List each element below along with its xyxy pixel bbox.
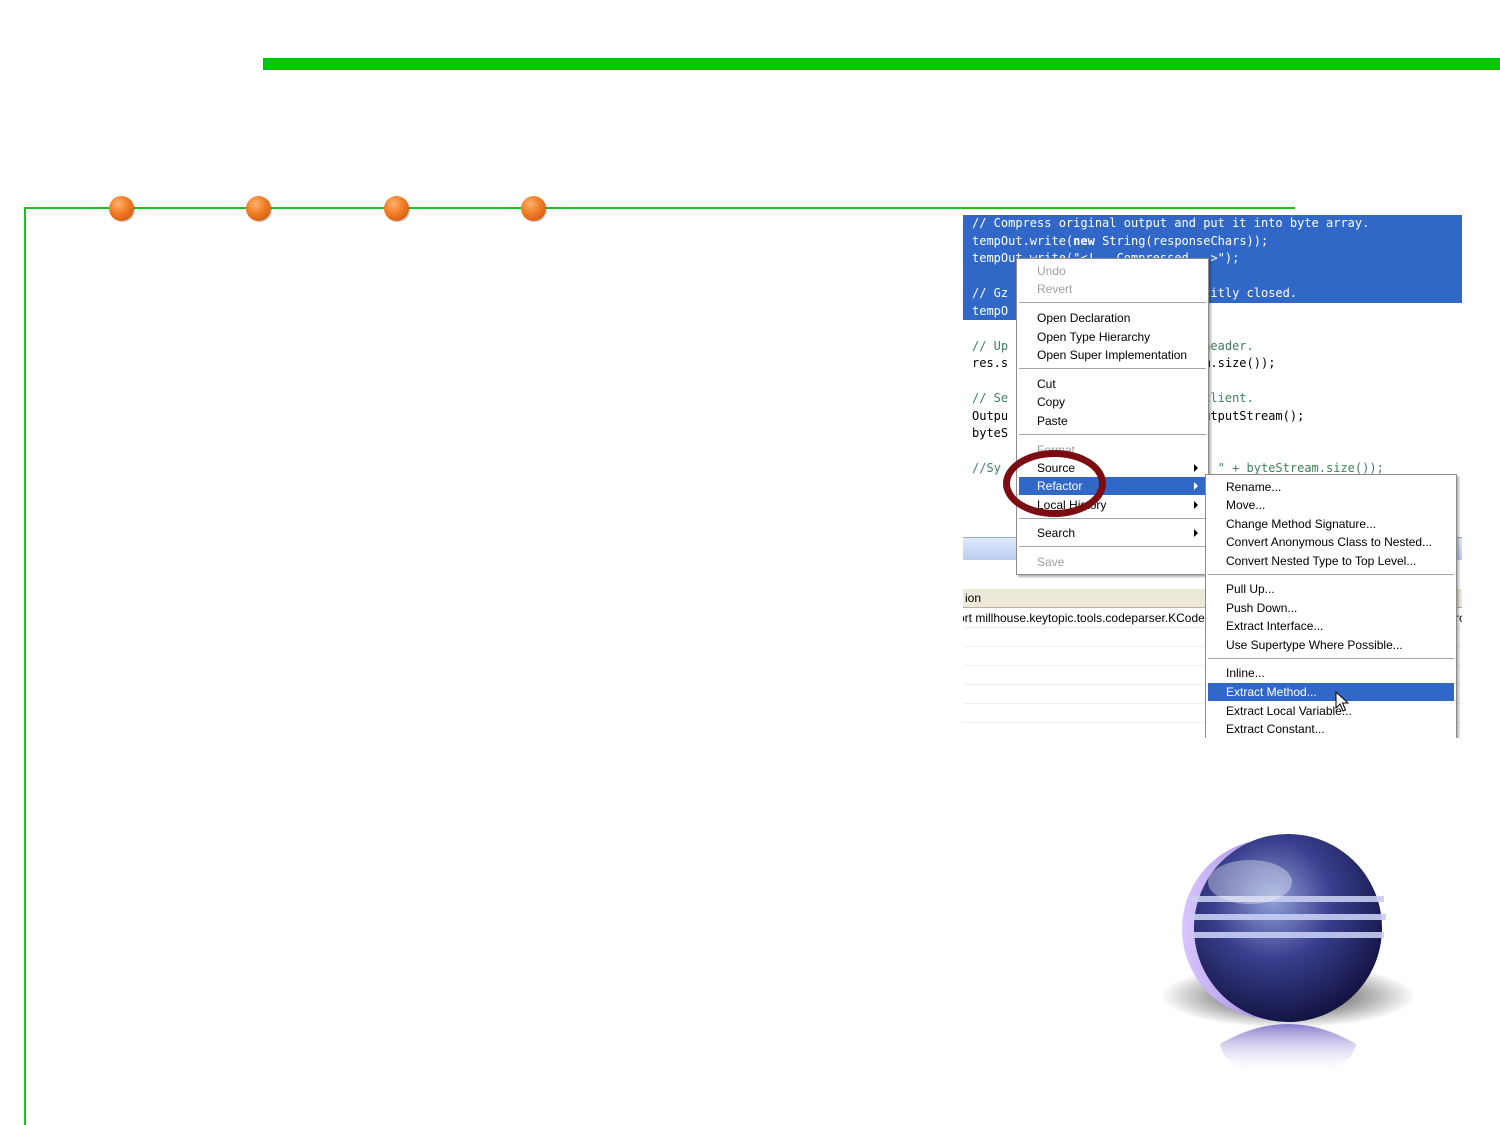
menu-item-extract-local-variable[interactable]: Extract Local Variable... [1208, 702, 1454, 720]
menu-item-revert[interactable]: Revert [1019, 280, 1206, 298]
menu-item-undo[interactable]: Undo [1019, 262, 1206, 280]
mouse-cursor-icon [1335, 691, 1349, 712]
menu-item-convert-nested-type[interactable]: Convert Nested Type to Top Level... [1208, 552, 1454, 570]
menu-item-label: Search [1037, 526, 1076, 540]
code-line: // Compress original output and put it i… [963, 215, 1462, 233]
code-line: tempOut.write(new String(responseChars))… [963, 232, 1462, 250]
submenu-arrow-icon [1194, 529, 1198, 537]
menu-separator [1019, 368, 1206, 370]
menu-item-open-type-hierarchy[interactable]: Open Type Hierarchy [1019, 328, 1206, 346]
menu-item-paste[interactable]: Paste [1019, 412, 1206, 430]
refactor-submenu: Rename... Move... Change Method Signatur… [1205, 474, 1457, 738]
menu-separator [1208, 658, 1454, 660]
code-line: tempO [963, 302, 1018, 320]
menu-item-extract-constant[interactable]: Extract Constant... [1208, 720, 1454, 738]
menu-item-use-supertype[interactable]: Use Supertype Where Possible... [1208, 636, 1454, 654]
menu-item-extract-interface[interactable]: Extract Interface... [1208, 617, 1454, 635]
left-guide-line [24, 207, 26, 1125]
menu-item-move[interactable]: Move... [1208, 496, 1454, 514]
menu-item-rename[interactable]: Rename... [1208, 478, 1454, 496]
timeline-dot-1 [109, 196, 134, 221]
submenu-arrow-icon [1194, 501, 1198, 509]
menu-item-pull-up[interactable]: Pull Up... [1208, 580, 1454, 598]
menu-separator [1019, 518, 1206, 520]
menu-item-open-declaration[interactable]: Open Declaration [1019, 309, 1206, 327]
menu-separator [1208, 574, 1454, 576]
menu-item-push-down[interactable]: Push Down... [1208, 599, 1454, 617]
refactor-highlight-circle [1003, 450, 1106, 517]
menu-item-change-method-signature[interactable]: Change Method Signature... [1208, 515, 1454, 533]
timeline-line [24, 207, 1295, 209]
menu-item-inline[interactable]: Inline... [1208, 664, 1454, 682]
menu-separator [1019, 546, 1206, 548]
timeline-dot-3 [384, 196, 409, 221]
menu-item-open-super-implementation[interactable]: Open Super Implementation [1019, 346, 1206, 364]
eclipse-logo-icon [1160, 834, 1416, 1076]
menu-separator [1019, 302, 1206, 304]
menu-item-copy[interactable]: Copy [1019, 393, 1206, 411]
menu-item-extract-method[interactable]: Extract Method... [1208, 683, 1454, 701]
submenu-arrow-icon [1194, 464, 1198, 472]
menu-item-search[interactable]: Search [1019, 524, 1206, 542]
menu-separator [1019, 434, 1206, 436]
submenu-arrow-icon [1194, 482, 1198, 490]
title-accent-bar [263, 58, 1500, 70]
menu-item-convert-anonymous-class[interactable]: Convert Anonymous Class to Nested... [1208, 533, 1454, 551]
timeline-dot-4 [521, 196, 546, 221]
context-menu: Undo Revert Open Declaration Open Type H… [1016, 258, 1209, 575]
menu-item-cut[interactable]: Cut [1019, 375, 1206, 393]
menu-item-save[interactable]: Save [1019, 553, 1206, 571]
timeline-dot-2 [246, 196, 271, 221]
